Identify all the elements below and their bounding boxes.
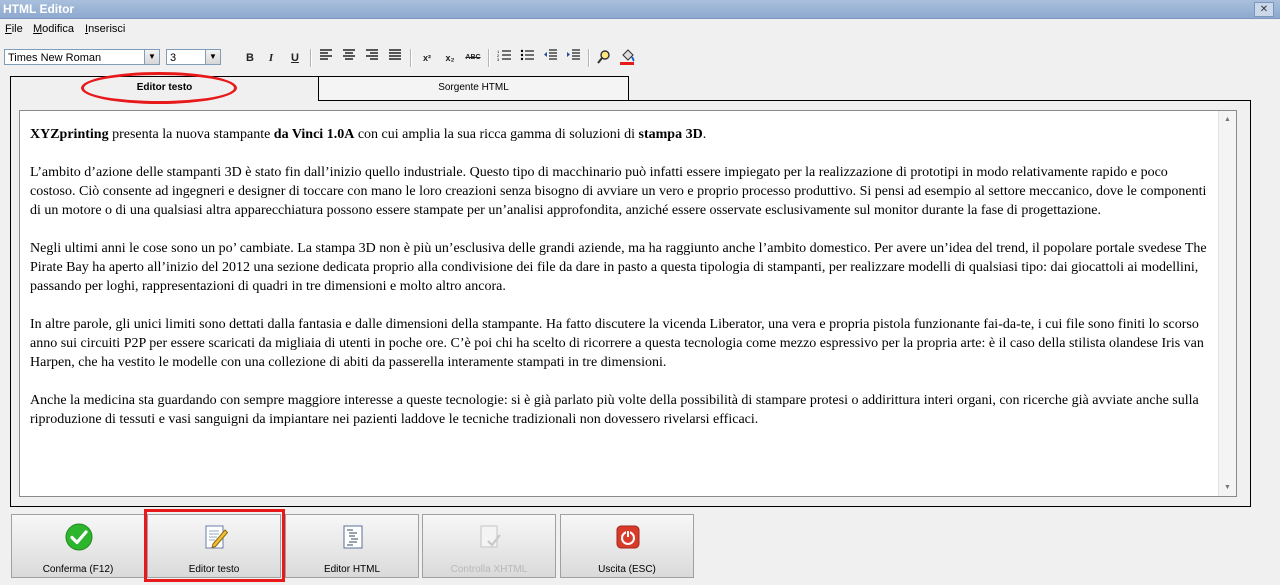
font-size-value: 3 xyxy=(170,52,177,64)
confirm-button[interactable]: Conferma (F12) xyxy=(11,514,145,578)
formatting-toolbar: Times New Roman ▼ 3 ▼ B I U x² x₂ ABC 12… xyxy=(0,46,1280,70)
confirm-label: Conferma (F12) xyxy=(42,564,114,575)
indent-icon xyxy=(567,49,580,60)
subscript-button[interactable]: x₂ xyxy=(441,49,459,67)
highlight-ellipse xyxy=(81,72,237,104)
html-tree-icon xyxy=(343,525,363,549)
text-span: presenta la nuova stampante xyxy=(108,127,274,142)
align-right-icon xyxy=(366,49,378,60)
editor-html-label: Editor HTML xyxy=(323,564,381,575)
window-title: HTML Editor xyxy=(3,2,75,16)
superscript-button[interactable]: x² xyxy=(418,49,436,67)
menu-bar: File Modifica Inserisci xyxy=(0,20,1280,38)
vertical-scrollbar[interactable]: ▲ ▼ xyxy=(1218,111,1236,496)
bullet-list-icon xyxy=(520,49,534,61)
toolbar-separator xyxy=(310,49,312,67)
paragraph: L’ambito d’azione delle stampanti 3D è s… xyxy=(30,165,1207,218)
bullet-list-button[interactable] xyxy=(518,49,536,67)
toolbar-separator xyxy=(410,49,412,67)
font-size-select[interactable]: 3 ▼ xyxy=(166,49,221,65)
text-span: . xyxy=(702,127,707,142)
align-center-icon xyxy=(343,49,355,60)
highlight-rectangle xyxy=(144,509,285,582)
checkmark-icon xyxy=(65,523,93,551)
scroll-up-icon[interactable]: ▲ xyxy=(1219,111,1236,128)
font-name-value: Times New Roman xyxy=(8,52,102,64)
bold-button[interactable]: B xyxy=(241,49,259,67)
editor-html-button[interactable]: Editor HTML xyxy=(285,514,419,578)
editor-content[interactable]: XYZprinting presenta la nuova stampante … xyxy=(30,125,1216,448)
align-center-button[interactable] xyxy=(340,49,358,67)
paragraph: In altre parole, gli unici limiti sono d… xyxy=(30,317,1204,370)
paragraph: Negli ultimi anni le cose sono un po’ ca… xyxy=(30,241,1207,294)
close-button[interactable]: ✕ xyxy=(1254,2,1274,17)
numbered-list-icon: 123 xyxy=(497,49,511,62)
check-xhtml-label: Controlla XHTML xyxy=(450,564,528,575)
italic-button[interactable]: I xyxy=(262,49,280,67)
font-name-select[interactable]: Times New Roman ▼ xyxy=(4,49,160,65)
svg-text:3: 3 xyxy=(497,57,500,61)
exit-label: Uscita (ESC) xyxy=(598,564,656,575)
justify-icon xyxy=(389,49,401,60)
indent-button[interactable] xyxy=(564,49,582,67)
align-left-button[interactable] xyxy=(317,49,335,67)
tab-sorgente-html[interactable]: Sorgente HTML xyxy=(318,76,629,100)
document-check-icon xyxy=(480,525,501,548)
title-bar: HTML Editor ✕ xyxy=(0,0,1280,19)
outdent-button[interactable] xyxy=(541,49,559,67)
paragraph: XYZprinting presenta la nuova stampante … xyxy=(30,125,1216,144)
strikethrough-button[interactable]: ABC xyxy=(464,49,482,67)
check-xhtml-button[interactable]: Controlla XHTML xyxy=(422,514,556,578)
fill-color-button[interactable] xyxy=(618,49,636,67)
paint-bucket-icon xyxy=(620,49,635,65)
menu-modifica[interactable]: Modifica xyxy=(33,23,74,35)
scroll-down-icon[interactable]: ▼ xyxy=(1219,479,1236,496)
toolbar-separator xyxy=(488,49,490,67)
chevron-down-icon[interactable]: ▼ xyxy=(205,50,220,64)
power-icon xyxy=(616,525,640,549)
rich-text-editor[interactable]: XYZprinting presenta la nuova stampante … xyxy=(19,110,1237,497)
bold-text: da Vinci 1.0A xyxy=(273,127,355,142)
find-button[interactable] xyxy=(595,49,613,67)
justify-button[interactable] xyxy=(386,49,404,67)
chevron-down-icon[interactable]: ▼ xyxy=(144,50,159,64)
menu-file[interactable]: File xyxy=(5,23,23,35)
magnifier-icon xyxy=(597,50,610,64)
align-right-button[interactable] xyxy=(363,49,381,67)
align-left-icon xyxy=(320,49,332,60)
paragraph: Anche la medicina sta guardando con semp… xyxy=(30,393,1199,427)
exit-button[interactable]: Uscita (ESC) xyxy=(560,514,694,578)
text-span: con cui amplia la sua ricca gamma di sol… xyxy=(354,127,639,142)
outdent-icon xyxy=(544,49,557,60)
bold-text: XYZprinting xyxy=(30,127,109,142)
bold-text: stampa 3D xyxy=(638,127,703,142)
underline-button[interactable]: U xyxy=(286,49,304,67)
numbered-list-button[interactable]: 123 xyxy=(495,49,513,67)
menu-inserisci[interactable]: Inserisci xyxy=(85,23,125,35)
toolbar-separator xyxy=(588,49,590,67)
